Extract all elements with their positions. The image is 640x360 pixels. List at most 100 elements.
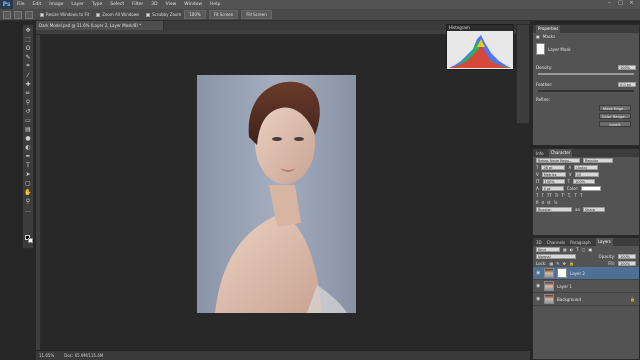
small-caps-icon[interactable]: Tr xyxy=(555,193,559,198)
text-color-swatch[interactable] xyxy=(581,186,602,191)
zoom-in-icon[interactable] xyxy=(14,10,22,19)
healing-brush-icon[interactable]: ✚ xyxy=(23,80,33,88)
zoom-tool-icon[interactable] xyxy=(3,10,11,19)
lasso-tool-icon[interactable]: ʘ xyxy=(23,44,33,52)
font-size-field[interactable]: 28 pt xyxy=(541,165,566,170)
resize-windows-checkbox[interactable]: Resize Windows to Fit xyxy=(40,12,89,17)
antialias-select[interactable]: Sharp xyxy=(582,207,605,212)
layer-row-layer-1[interactable]: ◉ Layer 1 xyxy=(533,280,639,293)
filter-smart-icon[interactable]: ▣ xyxy=(589,247,593,252)
history-brush-icon[interactable]: ↺ xyxy=(23,107,33,115)
mask-edge-button[interactable]: Mask Edge... xyxy=(599,105,631,111)
document-tab[interactable]: Dark Model.psd @ 11.6% (Layer 2, Layer M… xyxy=(36,21,164,30)
zoom-all-checkbox[interactable]: Zoom All Windows xyxy=(96,12,139,17)
filter-pixel-icon[interactable]: ▦ xyxy=(563,247,567,252)
menu-help[interactable]: Help xyxy=(206,2,224,7)
feather-slider[interactable] xyxy=(538,90,634,92)
fill-field[interactable]: 100% xyxy=(618,261,636,266)
shape-tool-icon[interactable]: ▢ xyxy=(23,179,33,187)
blur-tool-icon[interactable]: ● xyxy=(23,134,33,142)
collapsed-panels-strip[interactable] xyxy=(516,24,530,124)
menu-select[interactable]: Select xyxy=(106,2,128,7)
menu-window[interactable]: Window xyxy=(180,2,206,7)
close-icon[interactable]: × xyxy=(629,1,634,6)
lock-paint-icon[interactable]: ✎ xyxy=(556,261,559,266)
ligatures-icon[interactable]: fi xyxy=(536,200,539,205)
zoom-level[interactable]: 11.65% xyxy=(39,353,54,358)
invert-button[interactable]: Invert xyxy=(599,121,631,127)
hand-tool-icon[interactable]: ✋ xyxy=(23,188,33,196)
tab-properties[interactable]: Properties xyxy=(536,25,561,33)
underline-icon[interactable]: T xyxy=(575,193,577,198)
ordinals-icon[interactable]: st xyxy=(547,200,551,205)
baseline-field[interactable]: 0 pt xyxy=(541,186,564,191)
menu-type[interactable]: Type xyxy=(88,2,106,7)
opacity-field[interactable]: 100% xyxy=(618,254,636,259)
scrubby-zoom-checkbox[interactable]: Scrubby Zoom xyxy=(146,12,181,17)
fit-screen-button[interactable]: Fit Screen xyxy=(208,10,239,19)
tab-character[interactable]: Character xyxy=(548,149,573,157)
font-style-select[interactable]: Regular xyxy=(583,158,613,163)
tab-3d[interactable]: 3D xyxy=(536,240,542,245)
faux-italic-icon[interactable]: T xyxy=(541,193,543,198)
move-tool-icon[interactable]: ✥ xyxy=(23,26,33,34)
zoom-out-icon[interactable] xyxy=(25,10,33,19)
gradient-tool-icon[interactable]: ▤ xyxy=(23,125,33,133)
mask-thumbnail[interactable] xyxy=(536,43,545,55)
superscript-icon[interactable]: T' xyxy=(561,193,565,198)
color-range-button[interactable]: Color Range... xyxy=(599,113,631,119)
pen-tool-icon[interactable]: ✒ xyxy=(23,152,33,160)
tab-layers[interactable]: Layers xyxy=(595,238,613,246)
swash-icon[interactable]: ơ xyxy=(542,200,544,205)
visibility-eye-icon[interactable]: ◉ xyxy=(536,270,541,276)
layer-row-background[interactable]: ◉ Background 🔒 xyxy=(533,293,639,306)
maximize-icon[interactable]: □ xyxy=(618,1,623,6)
tab-info[interactable]: Info xyxy=(536,151,544,156)
language-select[interactable]: Russian xyxy=(536,207,572,212)
type-tool-icon[interactable]: T xyxy=(23,161,33,169)
blend-mode-select[interactable]: Normal xyxy=(536,254,576,259)
portrait-photo[interactable] xyxy=(197,75,356,313)
horizontal-scale-field[interactable]: 100% xyxy=(573,179,596,184)
clone-stamp-icon[interactable]: ⚲ xyxy=(23,98,33,106)
filter-shape-icon[interactable]: ▢ xyxy=(582,247,586,252)
density-slider[interactable] xyxy=(538,73,634,75)
crop-tool-icon[interactable]: ⌗ xyxy=(23,62,33,70)
tracking-field[interactable]: 40 xyxy=(574,172,599,177)
lock-pixels-icon[interactable]: ▦ xyxy=(549,261,553,266)
fractions-icon[interactable]: ½ xyxy=(554,200,558,205)
vertical-scale-field[interactable]: 100% xyxy=(542,179,565,184)
visibility-eye-icon[interactable]: ◉ xyxy=(536,283,541,289)
layer-mask-thumbnail[interactable] xyxy=(557,268,567,278)
menu-filter[interactable]: Filter xyxy=(128,2,147,7)
brush-tool-icon[interactable]: ✏ xyxy=(23,89,33,97)
menu-3d[interactable]: 3D xyxy=(147,2,161,7)
eraser-icon[interactable]: ▭ xyxy=(23,116,33,124)
fill-screen-button[interactable]: Fill Screen xyxy=(241,10,272,19)
font-family-select[interactable]: Bebas Neue Regu... xyxy=(536,158,580,163)
tab-channels[interactable]: Channels xyxy=(547,240,566,245)
kerning-field[interactable]: Metrics xyxy=(541,172,566,177)
feather-field[interactable]: 0.0 px xyxy=(618,82,636,87)
leading-field[interactable]: (Auto) xyxy=(574,165,599,170)
menu-layer[interactable]: Layer xyxy=(67,2,88,7)
more-tools-icon[interactable]: … xyxy=(23,206,33,214)
menu-edit[interactable]: Edit xyxy=(29,2,46,7)
layer-row-layer-2[interactable]: ◉ Layer 2 xyxy=(533,267,639,280)
minimize-icon[interactable]: – xyxy=(607,1,612,6)
menu-image[interactable]: Image xyxy=(45,2,67,7)
zoom-tool-icon[interactable]: ⚲ xyxy=(23,197,33,205)
zoom-100-button[interactable]: 100% xyxy=(184,10,206,19)
quick-select-icon[interactable]: ✎ xyxy=(23,53,33,61)
menu-file[interactable]: File xyxy=(13,2,29,7)
density-field[interactable]: 100% xyxy=(618,65,636,70)
lock-all-icon[interactable]: 🔒 xyxy=(569,261,574,266)
doc-size[interactable]: Doc: 65.9M/115.4M xyxy=(64,353,103,358)
faux-bold-icon[interactable]: T xyxy=(536,193,538,198)
histogram-panel[interactable]: Histogram xyxy=(446,24,514,70)
filter-adjust-icon[interactable]: ◐ xyxy=(570,247,574,252)
lock-position-icon[interactable]: ✥ xyxy=(563,261,566,266)
all-caps-icon[interactable]: TT xyxy=(547,193,552,198)
tab-paragraph[interactable]: Paragraph xyxy=(570,240,591,245)
strikethrough-icon[interactable]: T xyxy=(580,193,582,198)
